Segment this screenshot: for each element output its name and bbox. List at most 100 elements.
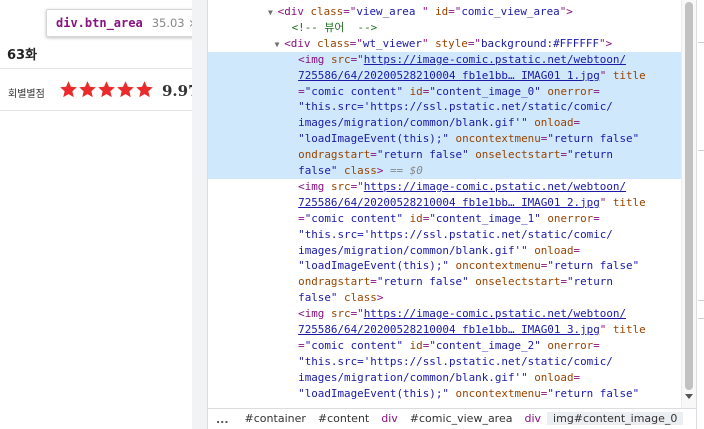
tree-row[interactable]: 725586/64/20200528210004 fb1e1bb… IMAG01… [208, 322, 696, 338]
expand-triangle-icon[interactable]: ▼ [268, 8, 278, 17]
tree-token: = [593, 338, 600, 352]
tree-token: images/migration/common/blank.gif'" [298, 370, 535, 384]
scroll-down-arrow-icon[interactable] [685, 394, 693, 399]
tree-row[interactable]: "loadImageEvent(this);" oncontextmenu="r… [208, 386, 696, 402]
tree-token: class [310, 5, 344, 18]
tree-token: "this.src='https://ssl.pstatic.net/stati… [298, 100, 613, 114]
tree-token: id [435, 5, 449, 18]
tree-row-selected[interactable]: "this.src='https://ssl.pstatic.net/stati… [208, 99, 696, 116]
tree-token: title [612, 68, 646, 82]
tree-row[interactable]: images/migration/common/blank.gif'" onlo… [208, 243, 696, 259]
tree-row[interactable]: ▼ <div class="view_area " id="comic_view… [208, 4, 696, 20]
tree-row[interactable]: false" class> [208, 290, 696, 306]
tree-row-selected[interactable]: "loadImageEvent(this);" oncontextmenu="r… [208, 131, 696, 148]
tree-token[interactable]: 725586/64/20200528210004 fb1e1bb… IMAG01… [298, 323, 600, 336]
expand-triangle-icon[interactable]: ▼ [275, 40, 285, 49]
tree-token: = [593, 84, 600, 98]
scrollbar-thumb[interactable] [685, 2, 693, 390]
tree-token: images/migration/common/blank.gif'" [298, 243, 535, 257]
tree-token: class [344, 164, 377, 177]
tree-token[interactable]: 725586/64/20200528210004 fb1e1bb… IMAG01… [298, 196, 600, 209]
tree-row-selected[interactable]: images/migration/common/blank.gif'" onlo… [208, 115, 696, 132]
tree-token: false" [298, 291, 345, 305]
tree-token: "content_image_0" [429, 84, 548, 98]
tree-token: "comic content" [304, 84, 410, 98]
dom-breadcrumb: ... #container #content div #comic_view_are… [208, 408, 696, 429]
elements-scrollbar[interactable] [681, 0, 696, 408]
tree-token: "return false" [547, 259, 640, 273]
tree-token: class [344, 291, 377, 305]
panel-splitter[interactable] [192, 0, 208, 429]
breadcrumb-item[interactable]: #container [239, 412, 312, 425]
tree-row[interactable]: "loadImageEvent(this);" oncontextmenu="r… [208, 258, 696, 274]
breadcrumb-item[interactable]: div [518, 412, 547, 425]
tree-token: " [421, 5, 436, 18]
styles-rule-line [698, 42, 704, 43]
tree-token: view_area [356, 5, 422, 18]
tree-token[interactable]: https://image-comic.pstatic.net/webtoon/ [364, 307, 626, 320]
tree-row-selected[interactable]: false" class> == $0 [208, 163, 696, 179]
tree-token: onselectstart [475, 148, 561, 162]
tree-token: =" [467, 36, 481, 50]
tree-token: "loadImageEvent(this);" [298, 132, 456, 146]
tree-token[interactable]: https://image-comic.pstatic.net/webtoon/ [364, 180, 626, 193]
tree-token: id [409, 338, 423, 352]
tree-token: =" [448, 5, 462, 18]
tree-token: onerror [547, 338, 594, 352]
tree-token: "comic content" [304, 211, 410, 225]
tree-row[interactable]: ="comic content" id="content_image_2" on… [208, 338, 696, 354]
tree-token: "loadImageEvent(this);" [298, 386, 456, 400]
tree-row[interactable]: <img src="https://image-comic.pstatic.ne… [208, 179, 696, 195]
breadcrumb-item[interactable]: #comic_view_area [404, 412, 519, 425]
tree-row[interactable]: <!-- 뷰어 --> [208, 20, 696, 36]
styles-rule-line [698, 300, 704, 301]
breadcrumb-item[interactable]: #content [312, 412, 375, 425]
star-icon[interactable] [135, 80, 154, 99]
tree-token: onselectstart [475, 275, 561, 289]
tree-token: oncontextmenu [455, 259, 541, 273]
tree-token: id [409, 211, 423, 225]
tree-token: onload [534, 370, 574, 384]
tree-token[interactable]: 725586/64/20200528210004 fb1e1bb… IMAG01… [298, 69, 600, 82]
divider [0, 68, 192, 69]
breadcrumb-item[interactable]: img#content_image_0 [547, 412, 684, 425]
elements-tree-panel[interactable]: ••• ▼ <div class="view_area " id="comic_… [208, 0, 696, 408]
tree-token: " [599, 323, 613, 336]
star-icon[interactable] [97, 80, 116, 99]
tree-token: <div [284, 36, 317, 50]
breadcrumb-more[interactable]: ... [208, 413, 239, 426]
rating-stars[interactable] [59, 80, 154, 99]
tree-token: src [330, 307, 351, 321]
tree-token[interactable]: https://image-comic.pstatic.net/webtoon/ [364, 53, 626, 66]
tree-token: <div [277, 5, 311, 18]
breadcrumb-item[interactable]: div [375, 412, 404, 425]
tree-row[interactable]: "this.src='https://ssl.pstatic.net/stati… [208, 227, 696, 243]
tree-row[interactable]: images/migration/common/blank.gif'" onlo… [208, 370, 696, 386]
star-icon[interactable] [78, 80, 97, 99]
tree-row-selected[interactable]: ="comic content" id="content_image_0" on… [208, 83, 696, 100]
tree-token: "> [559, 5, 573, 18]
tree-row[interactable]: 725586/64/20200528210004 fb1e1bb… IMAG01… [208, 195, 696, 211]
tree-row-selected[interactable]: 725586/64/20200528210004 fb1e1bb… IMAG01… [208, 67, 696, 84]
tree-token: = [593, 211, 600, 225]
tree-token: "this.src='https://ssl.pstatic.net/stati… [298, 227, 613, 241]
tooltip-selector: div.btn_area [56, 16, 143, 30]
tree-token: "return [567, 148, 613, 162]
tree-row-selected[interactable]: <img src="https://image-comic.pstatic.ne… [208, 51, 696, 68]
tree-row[interactable]: <img src="https://image-comic.pstatic.ne… [208, 306, 696, 322]
tree-token: "return false" [376, 275, 476, 289]
tree-token: comic_view_area [461, 5, 560, 18]
tree-token: src [330, 52, 351, 66]
tree-token: oncontextmenu [455, 132, 541, 146]
tree-row[interactable]: "this.src='https://ssl.pstatic.net/stati… [208, 354, 696, 370]
star-icon[interactable] [116, 80, 135, 99]
star-icon[interactable] [59, 80, 78, 99]
rating-value: 9.97 [162, 82, 192, 100]
tree-row-selected[interactable]: ondragstart="return false" onselectstart… [208, 147, 696, 164]
tree-row[interactable]: ▼ <div class="wt_viewer" style="backgrou… [208, 36, 696, 52]
tree-token: "return false" [547, 386, 640, 400]
tree-token: "content_image_2" [429, 338, 548, 352]
tree-token: onerror [547, 211, 594, 225]
tree-row[interactable]: ="comic content" id="content_image_1" on… [208, 211, 696, 227]
tree-row[interactable]: ondragstart="return false" onselectstart… [208, 274, 696, 290]
